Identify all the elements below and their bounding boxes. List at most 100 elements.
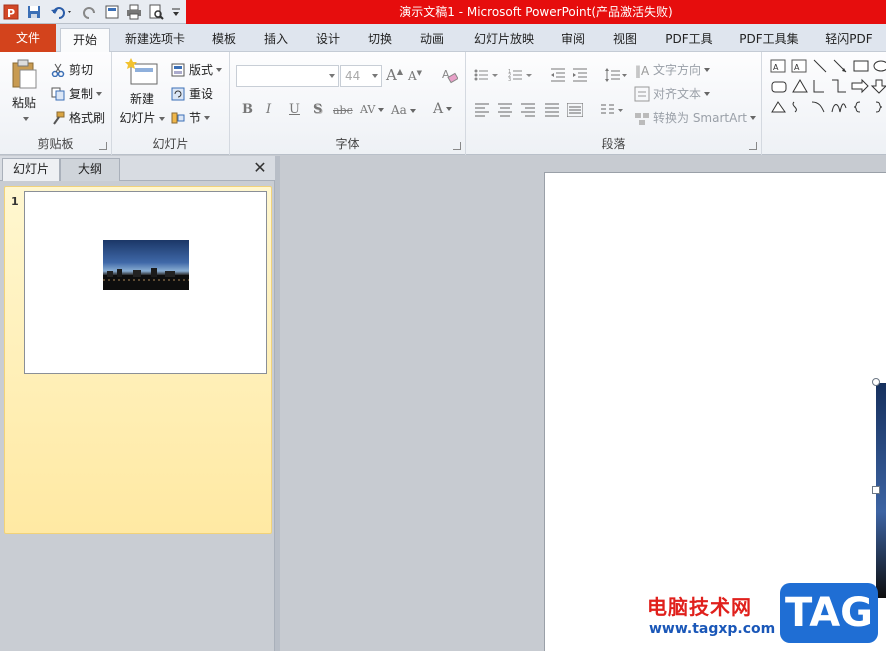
tab-transitions[interactable]: 切换 <box>358 28 402 52</box>
paragraph-group-label: 段落 <box>601 137 626 151</box>
numbering-button[interactable]: 123 <box>508 68 534 82</box>
slide-canvas[interactable] <box>544 172 886 651</box>
reset-label: 重设 <box>189 87 214 101</box>
font-size-combo[interactable]: 44 <box>340 65 382 87</box>
powerpoint-logo-icon[interactable]: P <box>2 2 20 22</box>
new-slide-label-1: 新建 <box>129 92 154 106</box>
print-icon[interactable] <box>124 2 144 22</box>
tab-light-pdf[interactable]: 轻闪PDF <box>817 28 881 52</box>
bold-button[interactable]: B <box>242 102 253 117</box>
copy-dropdown-icon[interactable] <box>96 91 103 96</box>
tab-view[interactable]: 视图 <box>603 28 647 52</box>
close-pane-icon[interactable]: ✕ <box>251 159 269 177</box>
tab-new-tab[interactable]: 新建选项卡 <box>116 28 194 52</box>
convert-smartart-label: 转换为 SmartArt <box>653 111 747 125</box>
tab-insert[interactable]: 插入 <box>254 28 298 52</box>
section-icon <box>170 110 186 126</box>
change-case-button[interactable]: Aa <box>391 103 416 117</box>
paste-dropdown-icon[interactable] <box>22 117 29 121</box>
align-center-button[interactable] <box>497 103 513 117</box>
font-color-button[interactable]: A <box>433 101 453 117</box>
tab-animations[interactable]: 动画 <box>410 28 454 52</box>
resize-handle-left[interactable] <box>872 486 880 494</box>
tab-templates[interactable]: 模板 <box>202 28 246 52</box>
text-direction-button[interactable]: ‖A 文字方向 <box>634 61 711 78</box>
slide-thumbnail-item[interactable]: 1 <box>4 186 272 534</box>
reset-button[interactable]: 重设 <box>170 85 213 102</box>
layout-button[interactable]: 版式 <box>170 61 223 78</box>
convert-smartart-button[interactable]: 转换为 SmartArt <box>634 109 756 126</box>
format-painter-button[interactable]: 格式刷 <box>50 109 105 126</box>
font-name-combo[interactable] <box>236 65 339 87</box>
ribbon-tab-bar: 文件 开始 新建选项卡 模板 插入 设计 切换 动画 幻灯片放映 审阅 视图 P… <box>0 24 886 52</box>
paste-icon <box>12 59 37 89</box>
paragraph-group: 123 ‖A 文字方向 对齐文本 转换为 SmartArt 段落 <box>466 52 762 155</box>
tab-slideshow[interactable]: 幻灯片放映 <box>466 28 542 52</box>
align-right-button[interactable] <box>520 103 536 117</box>
layout-label: 版式 <box>189 63 214 77</box>
distributed-button[interactable] <box>567 103 583 117</box>
redo-icon[interactable] <box>80 2 100 22</box>
tab-file[interactable]: 文件 <box>0 24 56 52</box>
svg-text:3: 3 <box>508 77 511 82</box>
italic-button[interactable]: I <box>266 102 271 117</box>
tab-outline[interactable]: 大纲 <box>60 158 120 181</box>
drawing-group: A A <box>766 52 886 155</box>
tab-home[interactable]: 开始 <box>60 28 110 52</box>
cut-button[interactable]: 剪切 <box>50 61 93 78</box>
window-title: 演示文稿1 - Microsoft PowerPoint(产品激活失败) <box>399 5 673 19</box>
undo-icon[interactable] <box>48 2 76 22</box>
grow-font-icon[interactable]: A▲ <box>386 66 403 84</box>
tab-pdf-tools[interactable]: PDF工具 <box>658 28 720 52</box>
increase-indent-icon <box>573 68 587 82</box>
align-left-button[interactable] <box>474 103 490 117</box>
columns-button[interactable] <box>600 103 626 117</box>
character-spacing-button[interactable]: AV <box>360 103 385 116</box>
align-left-icon <box>475 103 489 117</box>
clipboard-group: 粘贴 剪切 复制 格式刷 剪贴板 <box>0 52 112 155</box>
slides-group-label: 幻灯片 <box>152 137 189 151</box>
decrease-indent-icon <box>551 68 565 82</box>
clipboard-launcher-icon[interactable] <box>99 142 107 150</box>
slide-layout-icon[interactable] <box>102 2 122 22</box>
layout-icon <box>170 62 186 78</box>
bullets-button[interactable] <box>474 68 500 82</box>
font-launcher-icon[interactable] <box>453 142 461 150</box>
watermark-url: www.tagxp.com <box>649 621 776 637</box>
increase-indent-button[interactable] <box>572 68 588 82</box>
strikethrough-button[interactable]: abc <box>333 104 353 117</box>
align-text-button[interactable]: 对齐文本 <box>634 85 711 102</box>
slides-group: 新建 幻灯片 版式 重设 节 幻灯片 <box>112 52 230 155</box>
justify-button[interactable] <box>544 103 560 117</box>
bullets-icon <box>474 69 498 81</box>
slide-thumbnail[interactable] <box>24 191 267 374</box>
shrink-font-icon[interactable]: A▼ <box>408 69 422 83</box>
section-button[interactable]: 节 <box>170 109 211 126</box>
customize-toolbar-icon[interactable] <box>170 2 182 22</box>
paragraph-launcher-icon[interactable] <box>749 142 757 150</box>
align-text-icon <box>634 86 650 102</box>
reset-icon <box>170 86 186 102</box>
cut-label: 剪切 <box>69 63 94 77</box>
distributed-icon <box>567 103 583 117</box>
resize-handle-top-left[interactable] <box>872 378 880 386</box>
ribbon: 粘贴 剪切 复制 格式刷 剪贴板 新建 幻灯片 版式 重设 节 幻灯片 44 A… <box>0 52 886 155</box>
tab-design[interactable]: 设计 <box>306 28 350 52</box>
shapes-gallery[interactable]: A A <box>768 58 886 120</box>
columns-icon <box>601 104 623 114</box>
decrease-indent-button[interactable] <box>550 68 566 82</box>
new-slide-button[interactable]: 新建 幻灯片 <box>118 56 166 126</box>
save-icon[interactable] <box>24 2 44 22</box>
print-preview-icon[interactable] <box>146 2 166 22</box>
tab-pdf-toolset[interactable]: PDF工具集 <box>733 28 805 52</box>
line-spacing-button[interactable] <box>604 68 628 82</box>
tab-slides[interactable]: 幻灯片 <box>2 158 60 181</box>
clear-formatting-icon[interactable]: A <box>440 66 459 88</box>
paste-button[interactable]: 粘贴 <box>6 58 42 121</box>
underline-button[interactable]: U <box>289 102 300 117</box>
svg-text:‖A: ‖A <box>635 64 650 78</box>
text-direction-label: 文字方向 <box>653 63 702 77</box>
copy-button[interactable]: 复制 <box>50 85 103 102</box>
tab-review[interactable]: 审阅 <box>551 28 595 52</box>
shadow-button[interactable]: S <box>313 102 322 117</box>
